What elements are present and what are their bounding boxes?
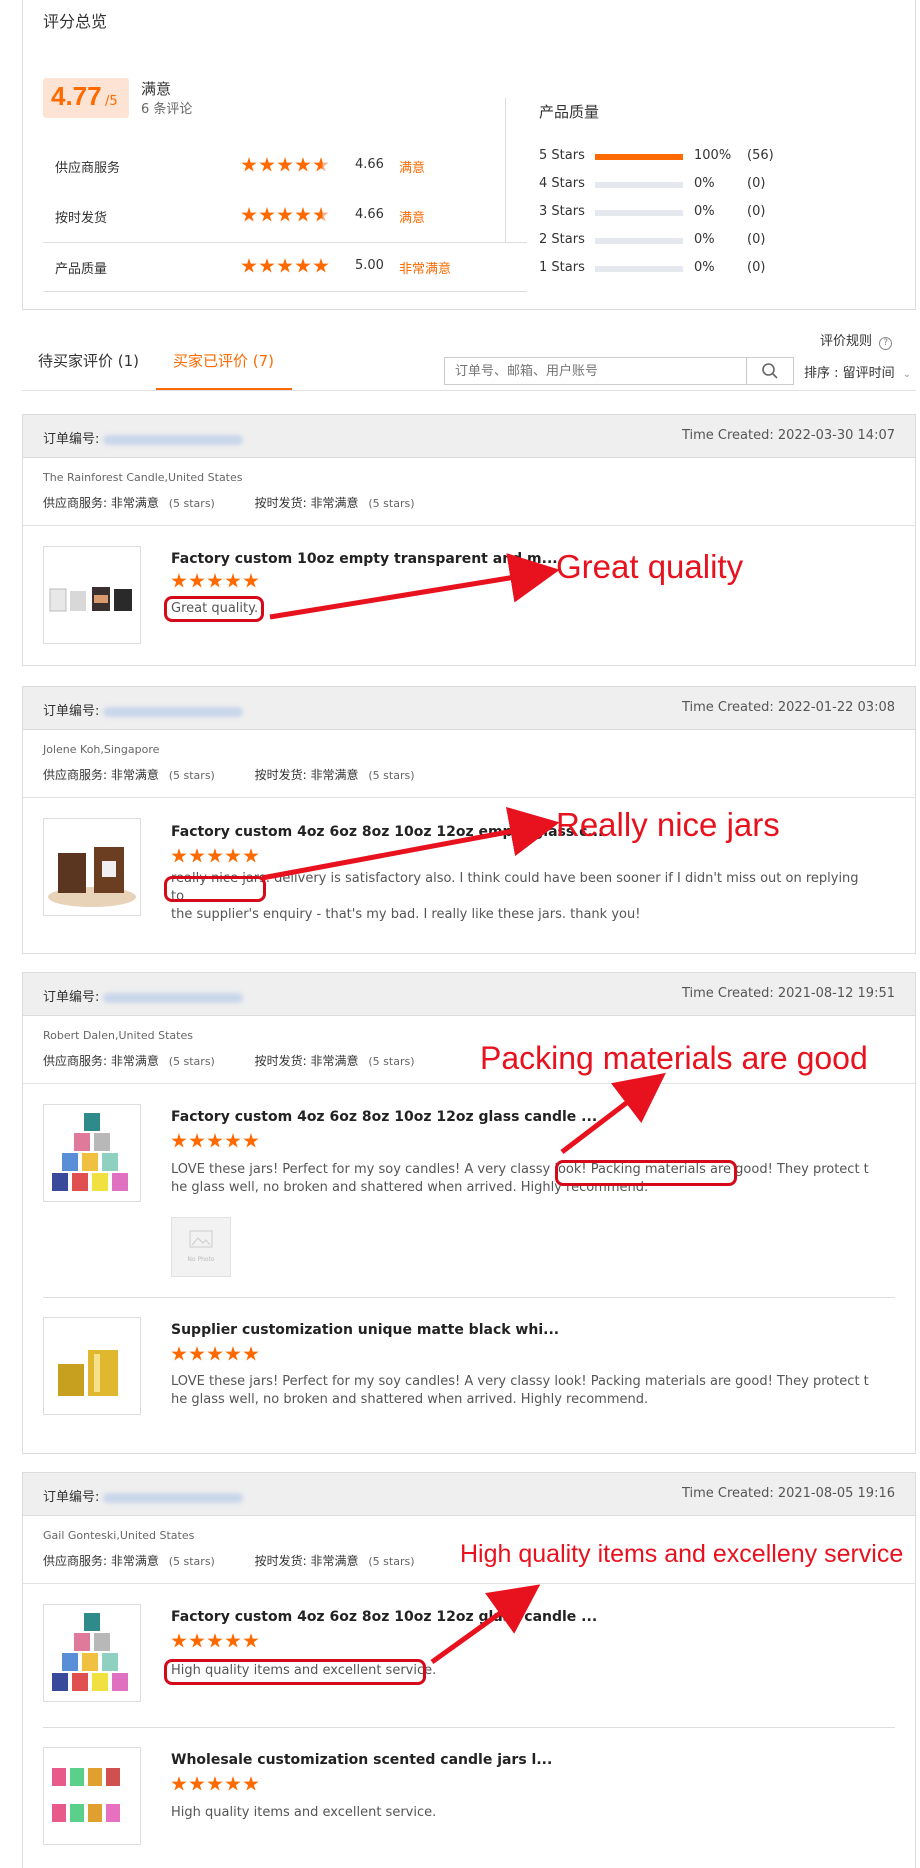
annotation-arrow bbox=[430, 1584, 541, 1665]
annotation-arrow bbox=[269, 553, 560, 620]
annotation-arrow bbox=[261, 806, 560, 881]
annotation-arrow bbox=[560, 1072, 666, 1154]
annotation-arrows bbox=[261, 553, 666, 1665]
